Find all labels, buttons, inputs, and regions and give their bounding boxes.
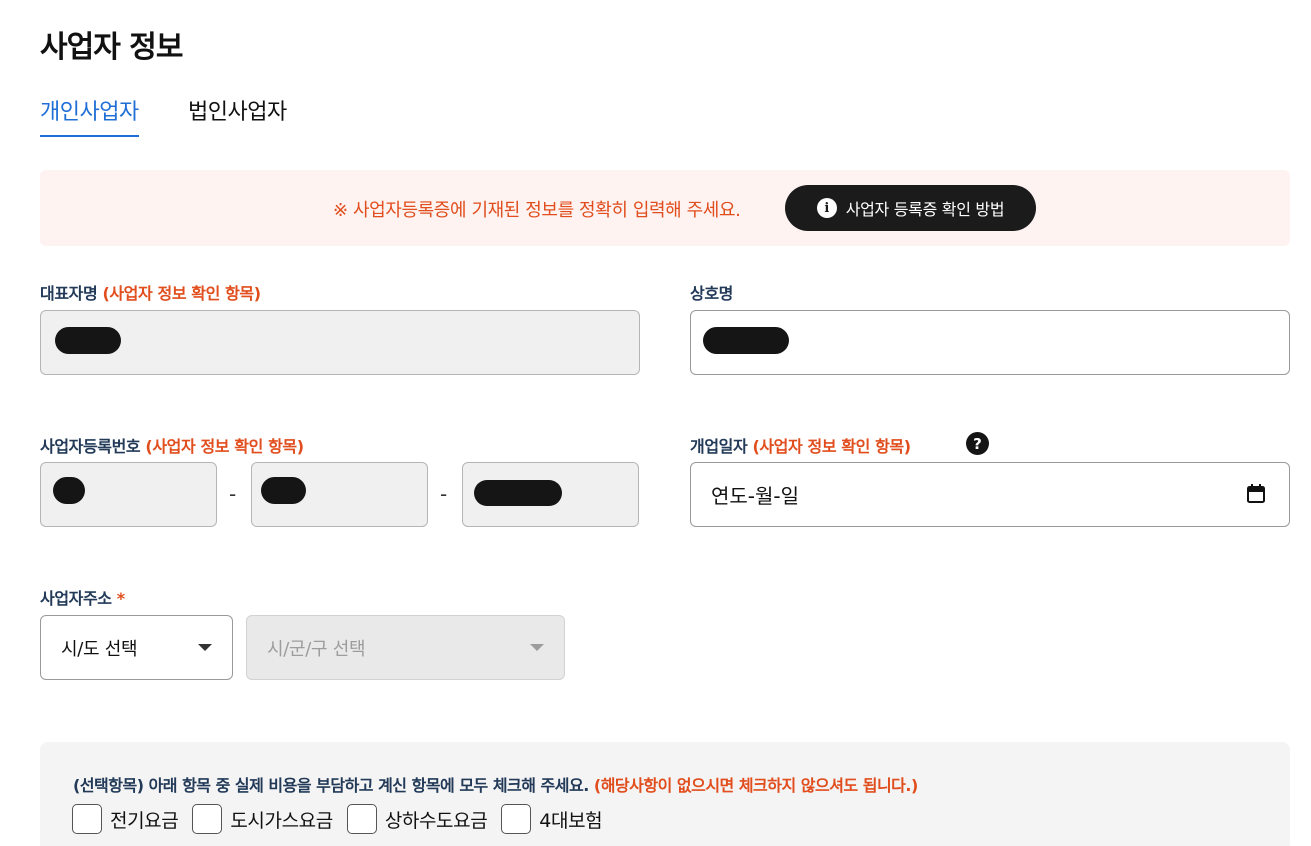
help-icon[interactable]: ?: [966, 432, 989, 455]
checkbox[interactable]: [346, 804, 377, 834]
checkbox-electricity[interactable]: 전기요금: [72, 804, 179, 834]
checkbox[interactable]: [192, 804, 223, 834]
business-number-label: 사업자등록번호 (사업자 정보 확인 항목): [40, 433, 304, 457]
redacted-value: [55, 327, 121, 354]
open-date-hint: (사업자 정보 확인 항목): [752, 437, 911, 456]
business-number-part3-input[interactable]: [462, 462, 639, 527]
company-name-input[interactable]: [690, 310, 1290, 375]
checkbox-social-insurance[interactable]: 4대보험: [501, 804, 603, 834]
business-number-label-text: 사업자등록번호: [40, 437, 141, 456]
notice-text: ※ 사업자등록증에 기재된 정보를 정확히 입력해 주세요.: [333, 200, 741, 221]
representative-input[interactable]: [40, 310, 640, 375]
optional-items-instruction: (선택항목) 아래 항목 중 실제 비용을 부담하고 계신 항목에 모두 체크해…: [73, 776, 589, 795]
open-date-input[interactable]: 연도-월-일: [690, 462, 1290, 527]
open-date-placeholder: 연도-월-일: [711, 484, 800, 508]
redacted-value: [261, 477, 306, 504]
info-icon: i: [816, 198, 837, 218]
tab-individual-business[interactable]: 개인사업자: [40, 94, 139, 137]
checkbox-label: 전기요금: [110, 809, 179, 832]
tab-corporate-business[interactable]: 법인사업자: [188, 94, 287, 137]
business-number-hint: (사업자 정보 확인 항목): [145, 437, 304, 456]
checkbox-label: 도시가스요금: [230, 809, 333, 832]
optional-items-checklist: 전기요금 도시가스요금 상하수도요금 4대보험: [72, 804, 616, 834]
optional-items-box: (선택항목) 아래 항목 중 실제 비용을 부담하고 계신 항목에 모두 체크해…: [40, 742, 1290, 846]
business-number-part1-input[interactable]: [40, 462, 217, 527]
chevron-down-icon: [530, 644, 544, 651]
redacted-value: [703, 327, 789, 354]
checkbox-label: 상하수도요금: [384, 809, 488, 832]
page-title: 사업자 정보: [40, 30, 183, 65]
address-label: 사업자주소 *: [40, 585, 125, 609]
checkbox[interactable]: [501, 804, 532, 834]
city-select: 시/군/구 선택: [246, 615, 565, 680]
business-number-part2-input[interactable]: [251, 462, 428, 527]
city-select-value: 시/군/구 선택: [267, 638, 366, 660]
notice-banner: ※ 사업자등록증에 기재된 정보를 정확히 입력해 주세요. i 사업자 등록증…: [40, 170, 1290, 246]
redacted-value: [474, 480, 562, 506]
separator: -: [229, 482, 237, 506]
representative-label: 대표자명 (사업자 정보 확인 항목): [40, 280, 261, 304]
separator: -: [440, 482, 448, 506]
optional-items-text: (선택항목) 아래 항목 중 실제 비용을 부담하고 계신 항목에 모두 체크해…: [73, 772, 918, 796]
company-name-label: 상호명: [690, 284, 733, 303]
chevron-down-icon: [198, 644, 212, 651]
registration-guide-label: 사업자 등록증 확인 방법: [845, 200, 1005, 219]
checkbox[interactable]: [72, 804, 102, 834]
open-date-label-text: 개업일자: [690, 437, 748, 456]
checkbox-label: 4대보험: [539, 809, 603, 832]
redacted-value: [53, 477, 85, 504]
representative-hint: (사업자 정보 확인 항목): [102, 284, 261, 303]
address-label-text: 사업자주소: [40, 589, 112, 608]
registration-guide-button[interactable]: i 사업자 등록증 확인 방법: [785, 185, 1036, 231]
province-select[interactable]: 시/도 선택: [40, 615, 233, 680]
checkbox-city-gas[interactable]: 도시가스요금: [192, 804, 333, 834]
calendar-icon[interactable]: [1247, 484, 1265, 503]
representative-label-text: 대표자명: [40, 284, 98, 303]
optional-items-hint: (해당사항이 없으시면 체크하지 않으셔도 됩니다.): [593, 776, 918, 795]
required-mark: *: [116, 589, 125, 608]
open-date-label: 개업일자 (사업자 정보 확인 항목): [690, 433, 911, 457]
checkbox-water[interactable]: 상하수도요금: [346, 804, 488, 834]
province-select-value: 시/도 선택: [61, 638, 138, 660]
